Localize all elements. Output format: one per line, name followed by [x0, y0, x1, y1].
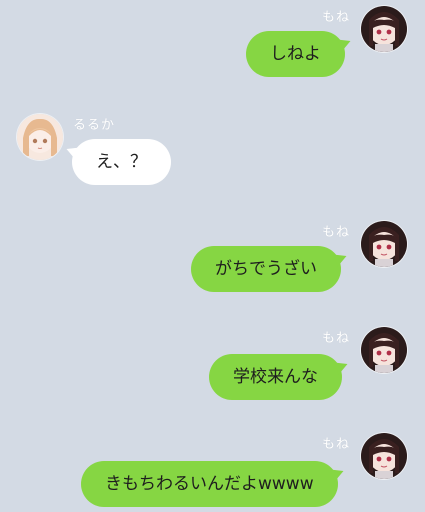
avatar-mone-icon[interactable]: [361, 221, 407, 267]
avatar-mone-icon[interactable]: [361, 6, 407, 52]
message-bubble[interactable]: きもちわるいんだよwwww: [81, 461, 338, 507]
sender-name: もね: [322, 331, 351, 346]
sender-name: もね: [322, 437, 351, 452]
message-bubble[interactable]: 学校来んな: [209, 354, 342, 400]
message-bubble[interactable]: しねよ: [246, 31, 345, 77]
sender-name: るるか: [73, 118, 116, 133]
avatar-mone-icon[interactable]: [361, 433, 407, 479]
sender-name: もね: [322, 10, 351, 25]
chat-thread: もね しねよ るるか え、？ もね がちでうざい もね 学校来んな もね きもち…: [0, 0, 425, 512]
avatar-ruruka-icon[interactable]: [17, 114, 63, 160]
avatar-mone-icon[interactable]: [361, 327, 407, 373]
message-bubble[interactable]: がちでうざい: [191, 246, 341, 292]
sender-name: もね: [322, 225, 351, 240]
message-bubble[interactable]: え、？: [72, 139, 171, 185]
